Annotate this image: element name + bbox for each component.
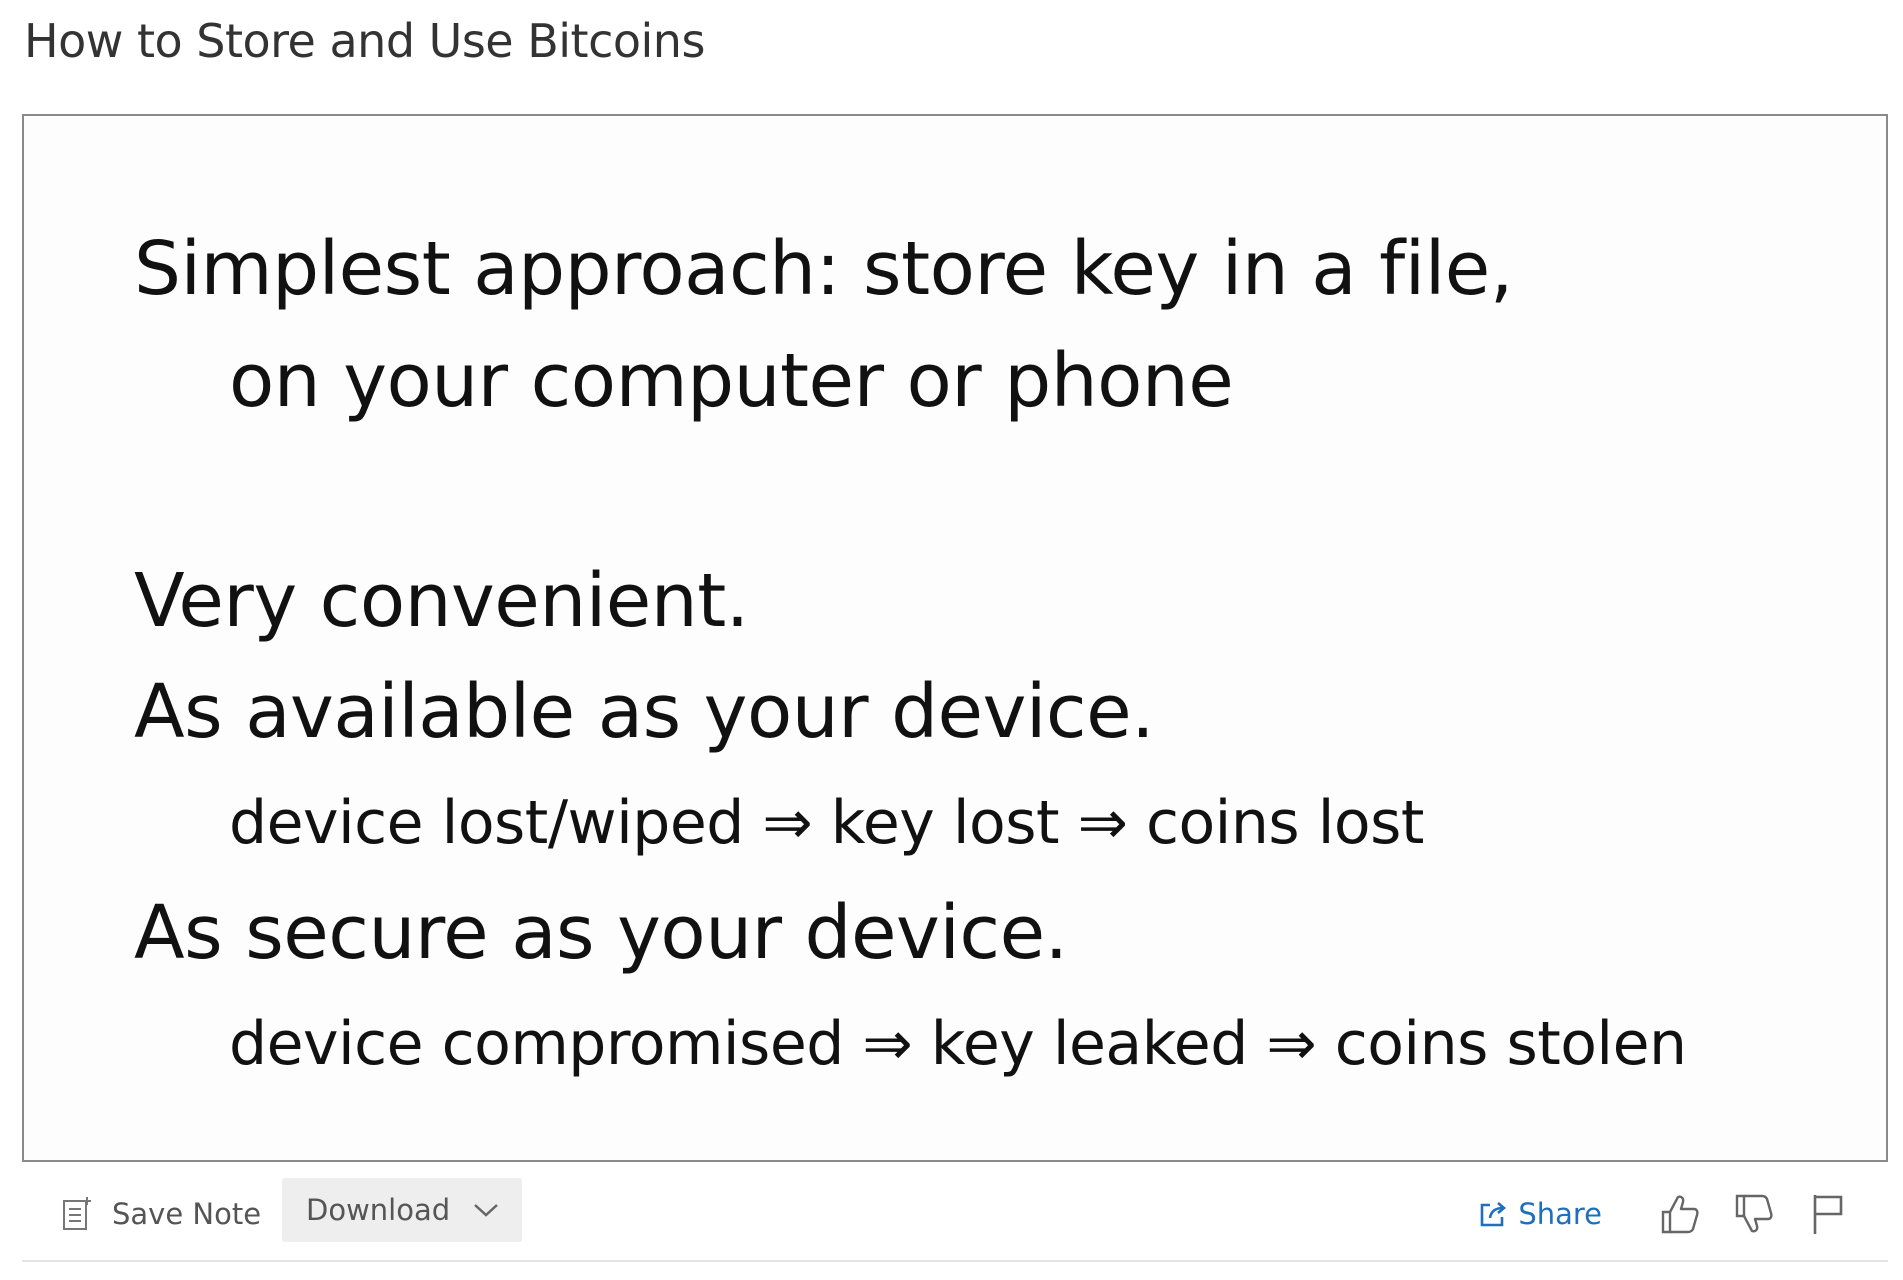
slide-bullet: As secure as your device. (134, 890, 1068, 976)
note-icon (62, 1196, 92, 1232)
slide-sub-bullet: device lost/wiped ⇒ key lost ⇒ coins los… (229, 788, 1424, 858)
save-note-button[interactable]: Save Note (62, 1186, 261, 1242)
slide-heading-line: Simplest approach: store key in a file, (134, 226, 1513, 312)
slide-bullet: Very convenient. (134, 558, 749, 644)
download-label: Download (306, 1193, 451, 1227)
slide-sub-bullet: device compromised ⇒ key leaked ⇒ coins … (229, 1009, 1687, 1079)
flag-button[interactable] (1804, 1190, 1852, 1238)
share-button[interactable]: Share (1478, 1197, 1602, 1231)
slide-heading-line: on your computer or phone (229, 338, 1234, 424)
thumbs-down-icon (1733, 1192, 1775, 1236)
chevron-down-icon (472, 1200, 500, 1220)
save-note-label: Save Note (112, 1197, 262, 1231)
share-icon (1478, 1199, 1508, 1229)
slide-viewer: Simplest approach: store key in a file, … (22, 114, 1888, 1162)
share-label: Share (1518, 1197, 1602, 1231)
slide-toolbar: Save Note Download Share (22, 1172, 1888, 1262)
thumbs-up-icon (1659, 1192, 1701, 1236)
download-button[interactable]: Download (282, 1178, 522, 1242)
slide-bullet: As available as your device. (134, 669, 1155, 755)
feedback-actions: Share (1478, 1182, 1852, 1246)
toolbar-divider (22, 1260, 1888, 1262)
flag-icon (1810, 1192, 1846, 1236)
dislike-button[interactable] (1730, 1190, 1778, 1238)
page-title: How to Store and Use Bitcoins (24, 14, 705, 68)
like-button[interactable] (1656, 1190, 1704, 1238)
